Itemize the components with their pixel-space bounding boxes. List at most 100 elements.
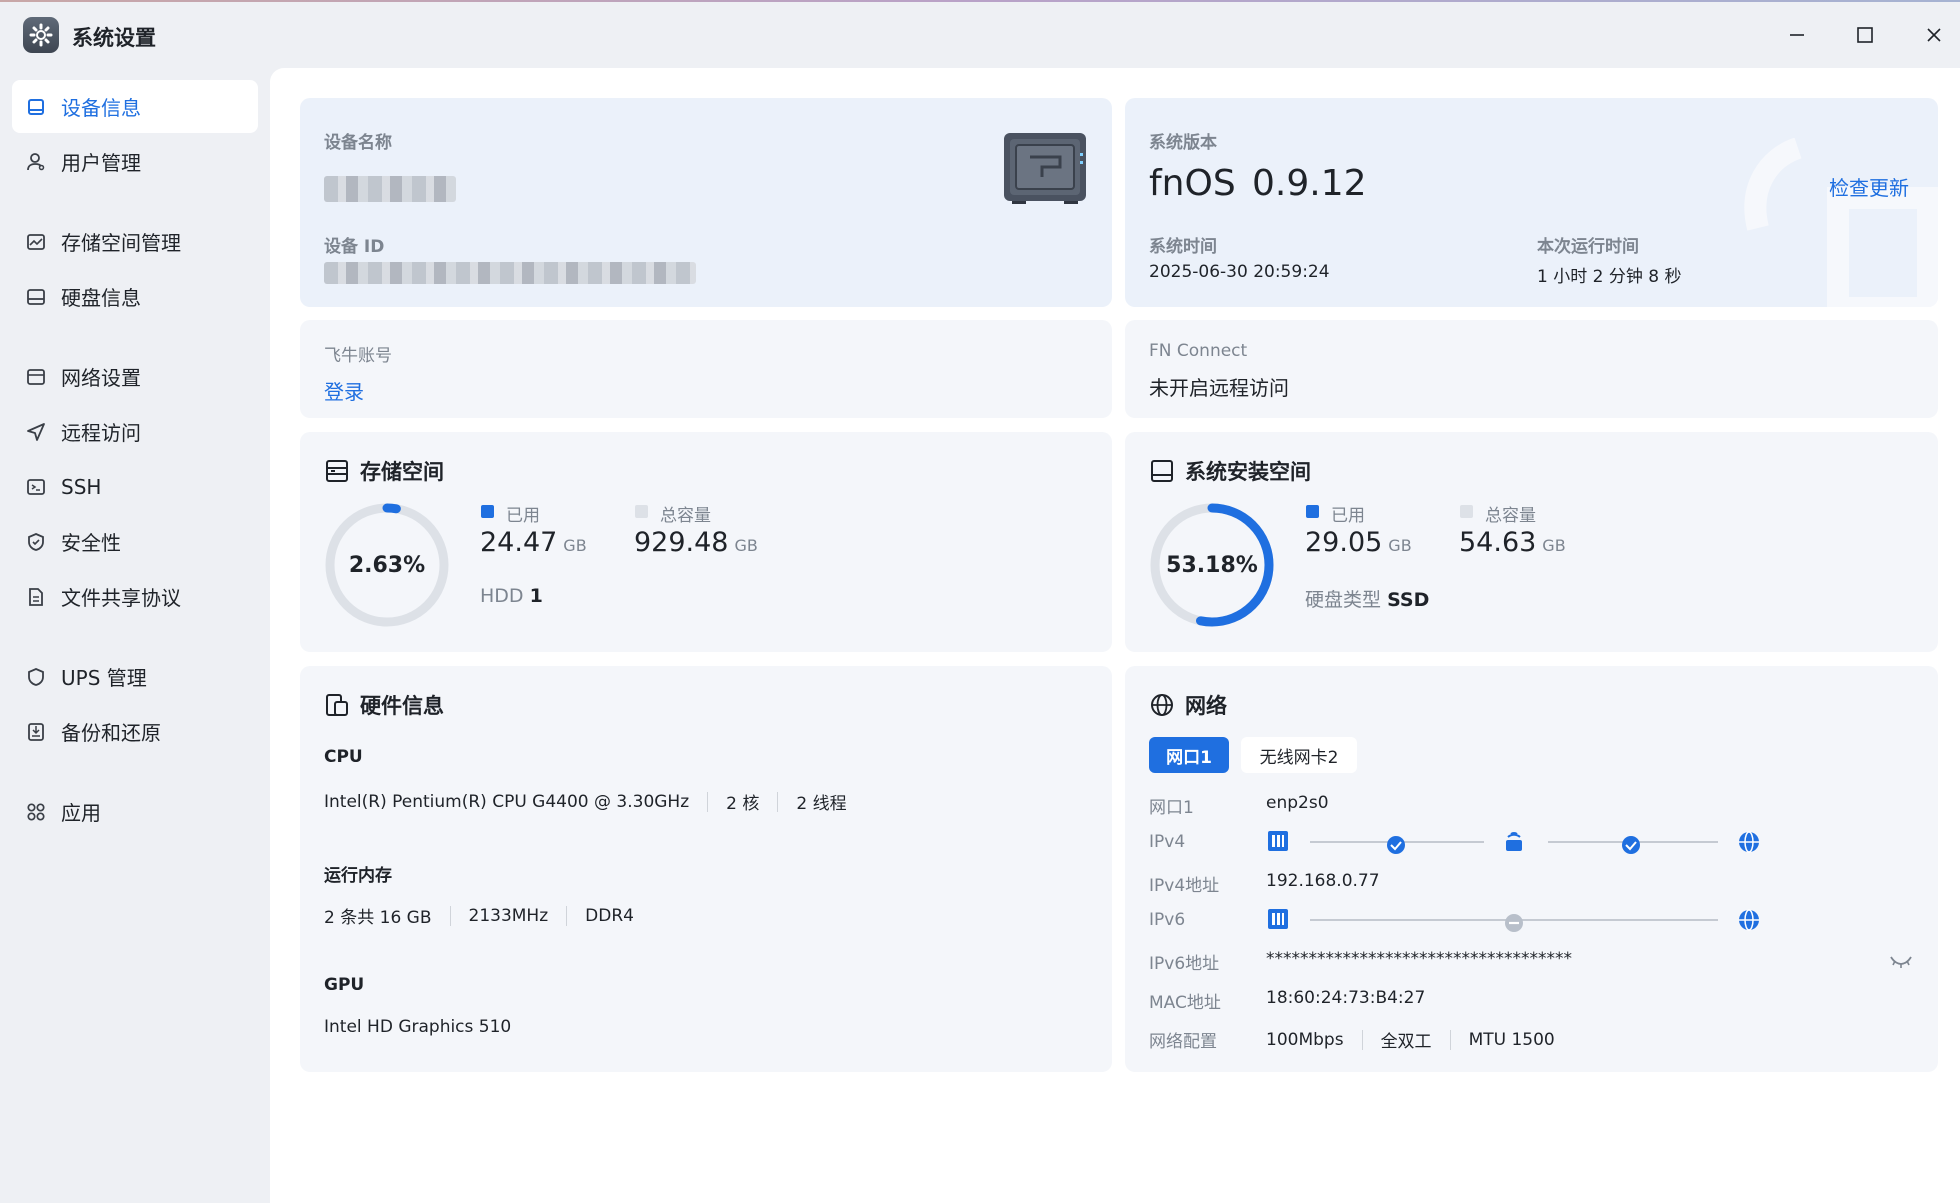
cpu-cores: 2 核 (726, 794, 760, 814)
network-card (1125, 666, 1938, 1072)
ipv6-address-value: ************************************ (1266, 949, 1572, 969)
hardware-title-text: 硬件信息 (360, 694, 444, 718)
memory-type: DDR4 (585, 905, 634, 926)
os-name: fnOS (1149, 163, 1236, 204)
system-version-label: 系统版本 (1149, 133, 1217, 153)
sidebar-item-label: 备份和还原 (61, 721, 161, 745)
hardware-title: 硬件信息 (324, 690, 444, 720)
system-space-total-label: 总容量 (1485, 506, 1536, 526)
storage-total-value: 929.48 GB (634, 527, 758, 558)
device-name-label: 设备名称 (324, 133, 392, 153)
storage-icon (25, 231, 47, 253)
system-space-used-label: 已用 (1331, 506, 1365, 526)
sidebar-item-ups[interactable]: UPS 管理 (12, 650, 258, 703)
sidebar-item-label: 存储空间管理 (61, 231, 181, 255)
sidebar-item-network[interactable]: 网络设置 (12, 350, 258, 403)
system-space-title: 系统安装空间 (1149, 456, 1311, 486)
ipv6-label: IPv6 (1149, 910, 1186, 930)
tab-wireless-2[interactable]: 无线网卡2 (1241, 737, 1357, 773)
device-id-redacted (324, 262, 696, 284)
sidebar-item-ssh[interactable]: SSH (12, 460, 258, 513)
network-title-text: 网络 (1185, 694, 1227, 718)
router-icon (1506, 832, 1522, 851)
fn-connect-card (1125, 320, 1938, 418)
sidebar-item-label: 网络设置 (61, 366, 141, 390)
tab-port-1[interactable]: 网口1 (1149, 737, 1229, 773)
port-label: 网口1 (1149, 798, 1194, 818)
login-link[interactable]: 登录 (324, 376, 364, 405)
uptime-value: 1 小时 2 分钟 8 秒 (1537, 267, 1682, 287)
nic-icon (1268, 909, 1288, 929)
duplex-mode: 全双工 (1380, 1032, 1432, 1052)
fnos-watermark-icon (1744, 138, 1938, 307)
ssh-icon (25, 476, 47, 498)
memory-label: 运行内存 (324, 866, 392, 886)
ipv4-address-label: IPv4地址 (1149, 876, 1220, 896)
sidebar-item-storage[interactable]: 存储空间管理 (12, 215, 258, 268)
storage-percent: 2.63% (348, 553, 426, 578)
sidebar-item-label: 应用 (61, 801, 101, 825)
sidebar-item-security[interactable]: 安全性 (12, 515, 258, 568)
sidebar-item-label: 文件共享协议 (61, 586, 181, 610)
backup-icon (25, 721, 47, 743)
account-label: 飞牛账号 (324, 346, 392, 366)
sidebar-item-backup[interactable]: 备份和还原 (12, 705, 258, 758)
sidebar-item-label: 安全性 (61, 531, 121, 555)
ups-icon (25, 666, 47, 688)
minimize-button[interactable] (1780, 18, 1814, 52)
sidebar-item-apps[interactable]: 应用 (12, 785, 258, 838)
sidebar: 设备信息 用户管理 存储空间管理 硬盘信息 网络设置 远程访问 SSH 安全性 … (0, 68, 270, 1203)
total-legend-swatch (635, 505, 648, 518)
network-title: 网络 (1149, 690, 1227, 720)
memory-row: 2 条共 16 GB 2133MHz DDR4 (324, 903, 634, 928)
mac-label: MAC地址 (1149, 993, 1221, 1013)
sidebar-item-user-management[interactable]: 用户管理 (12, 135, 258, 188)
cpu-label: CPU (324, 747, 363, 767)
storage-title: 存储空间 (324, 456, 444, 486)
sidebar-item-disk-info[interactable]: 硬盘信息 (12, 270, 258, 323)
used-legend-swatch (1306, 505, 1319, 518)
mac-value: 18:60:24:73:B4:27 (1266, 988, 1426, 1008)
device-name-redacted (324, 176, 456, 202)
sidebar-item-device-info[interactable]: 设备信息 (12, 80, 258, 133)
system-disk-type: 硬盘类型 SSD (1305, 589, 1430, 611)
sidebar-item-label: SSH (61, 474, 102, 499)
system-space-used-value: 29.05 GB (1305, 527, 1412, 558)
sidebar-item-remote-access[interactable]: 远程访问 (12, 405, 258, 458)
uptime-label: 本次运行时间 (1537, 237, 1639, 257)
close-button[interactable] (1917, 18, 1951, 52)
device-id-label: 设备 ID (324, 237, 385, 257)
ipv6-address-label: IPv6地址 (1149, 954, 1220, 974)
internet-globe-icon (1739, 909, 1759, 931)
memory-speed: 2133MHz (468, 905, 549, 926)
remote-icon (25, 421, 47, 443)
gpu-label: GPU (324, 975, 365, 995)
ipv4-connection-diagram (1268, 831, 1759, 854)
sidebar-item-file-share[interactable]: 文件共享协议 (12, 570, 258, 623)
storage-used-label: 已用 (506, 506, 540, 526)
fn-connect-status: 未开启远程访问 (1149, 376, 1289, 400)
account-card (300, 320, 1112, 418)
sidebar-item-label: 设备信息 (61, 96, 141, 120)
show-password-eye-icon[interactable] (1889, 953, 1913, 973)
storage-title-text: 存储空间 (360, 460, 444, 484)
storage-used-value: 24.47 GB (480, 527, 587, 558)
hardware-icon (324, 692, 350, 718)
gpu-row: Intel HD Graphics 510 (324, 1017, 511, 1037)
used-legend-swatch (481, 505, 494, 518)
title-bar: 系统设置 (0, 0, 1960, 68)
network-config-label: 网络配置 (1149, 1032, 1217, 1052)
check-update-link[interactable]: 检查更新 (1829, 172, 1909, 201)
system-space-total-value: 54.63 GB (1459, 527, 1566, 558)
storage-total-label: 总容量 (660, 506, 711, 526)
port-value: enp2s0 (1266, 793, 1329, 813)
cpu-row: Intel(R) Pentium(R) CPU G4400 @ 3.30GHz … (324, 789, 847, 814)
cpu-threads: 2 线程 (796, 794, 847, 814)
apps-icon (25, 801, 47, 823)
storage-disk-summary: HDD 1 (480, 585, 543, 607)
globe-icon (1149, 692, 1175, 718)
link-speed: 100Mbps (1266, 1029, 1344, 1050)
maximize-button[interactable] (1848, 18, 1882, 52)
gpu-model: Intel HD Graphics 510 (324, 1017, 512, 1037)
network-config-row: 100Mbps 全双工 MTU 1500 (1266, 1027, 1555, 1052)
